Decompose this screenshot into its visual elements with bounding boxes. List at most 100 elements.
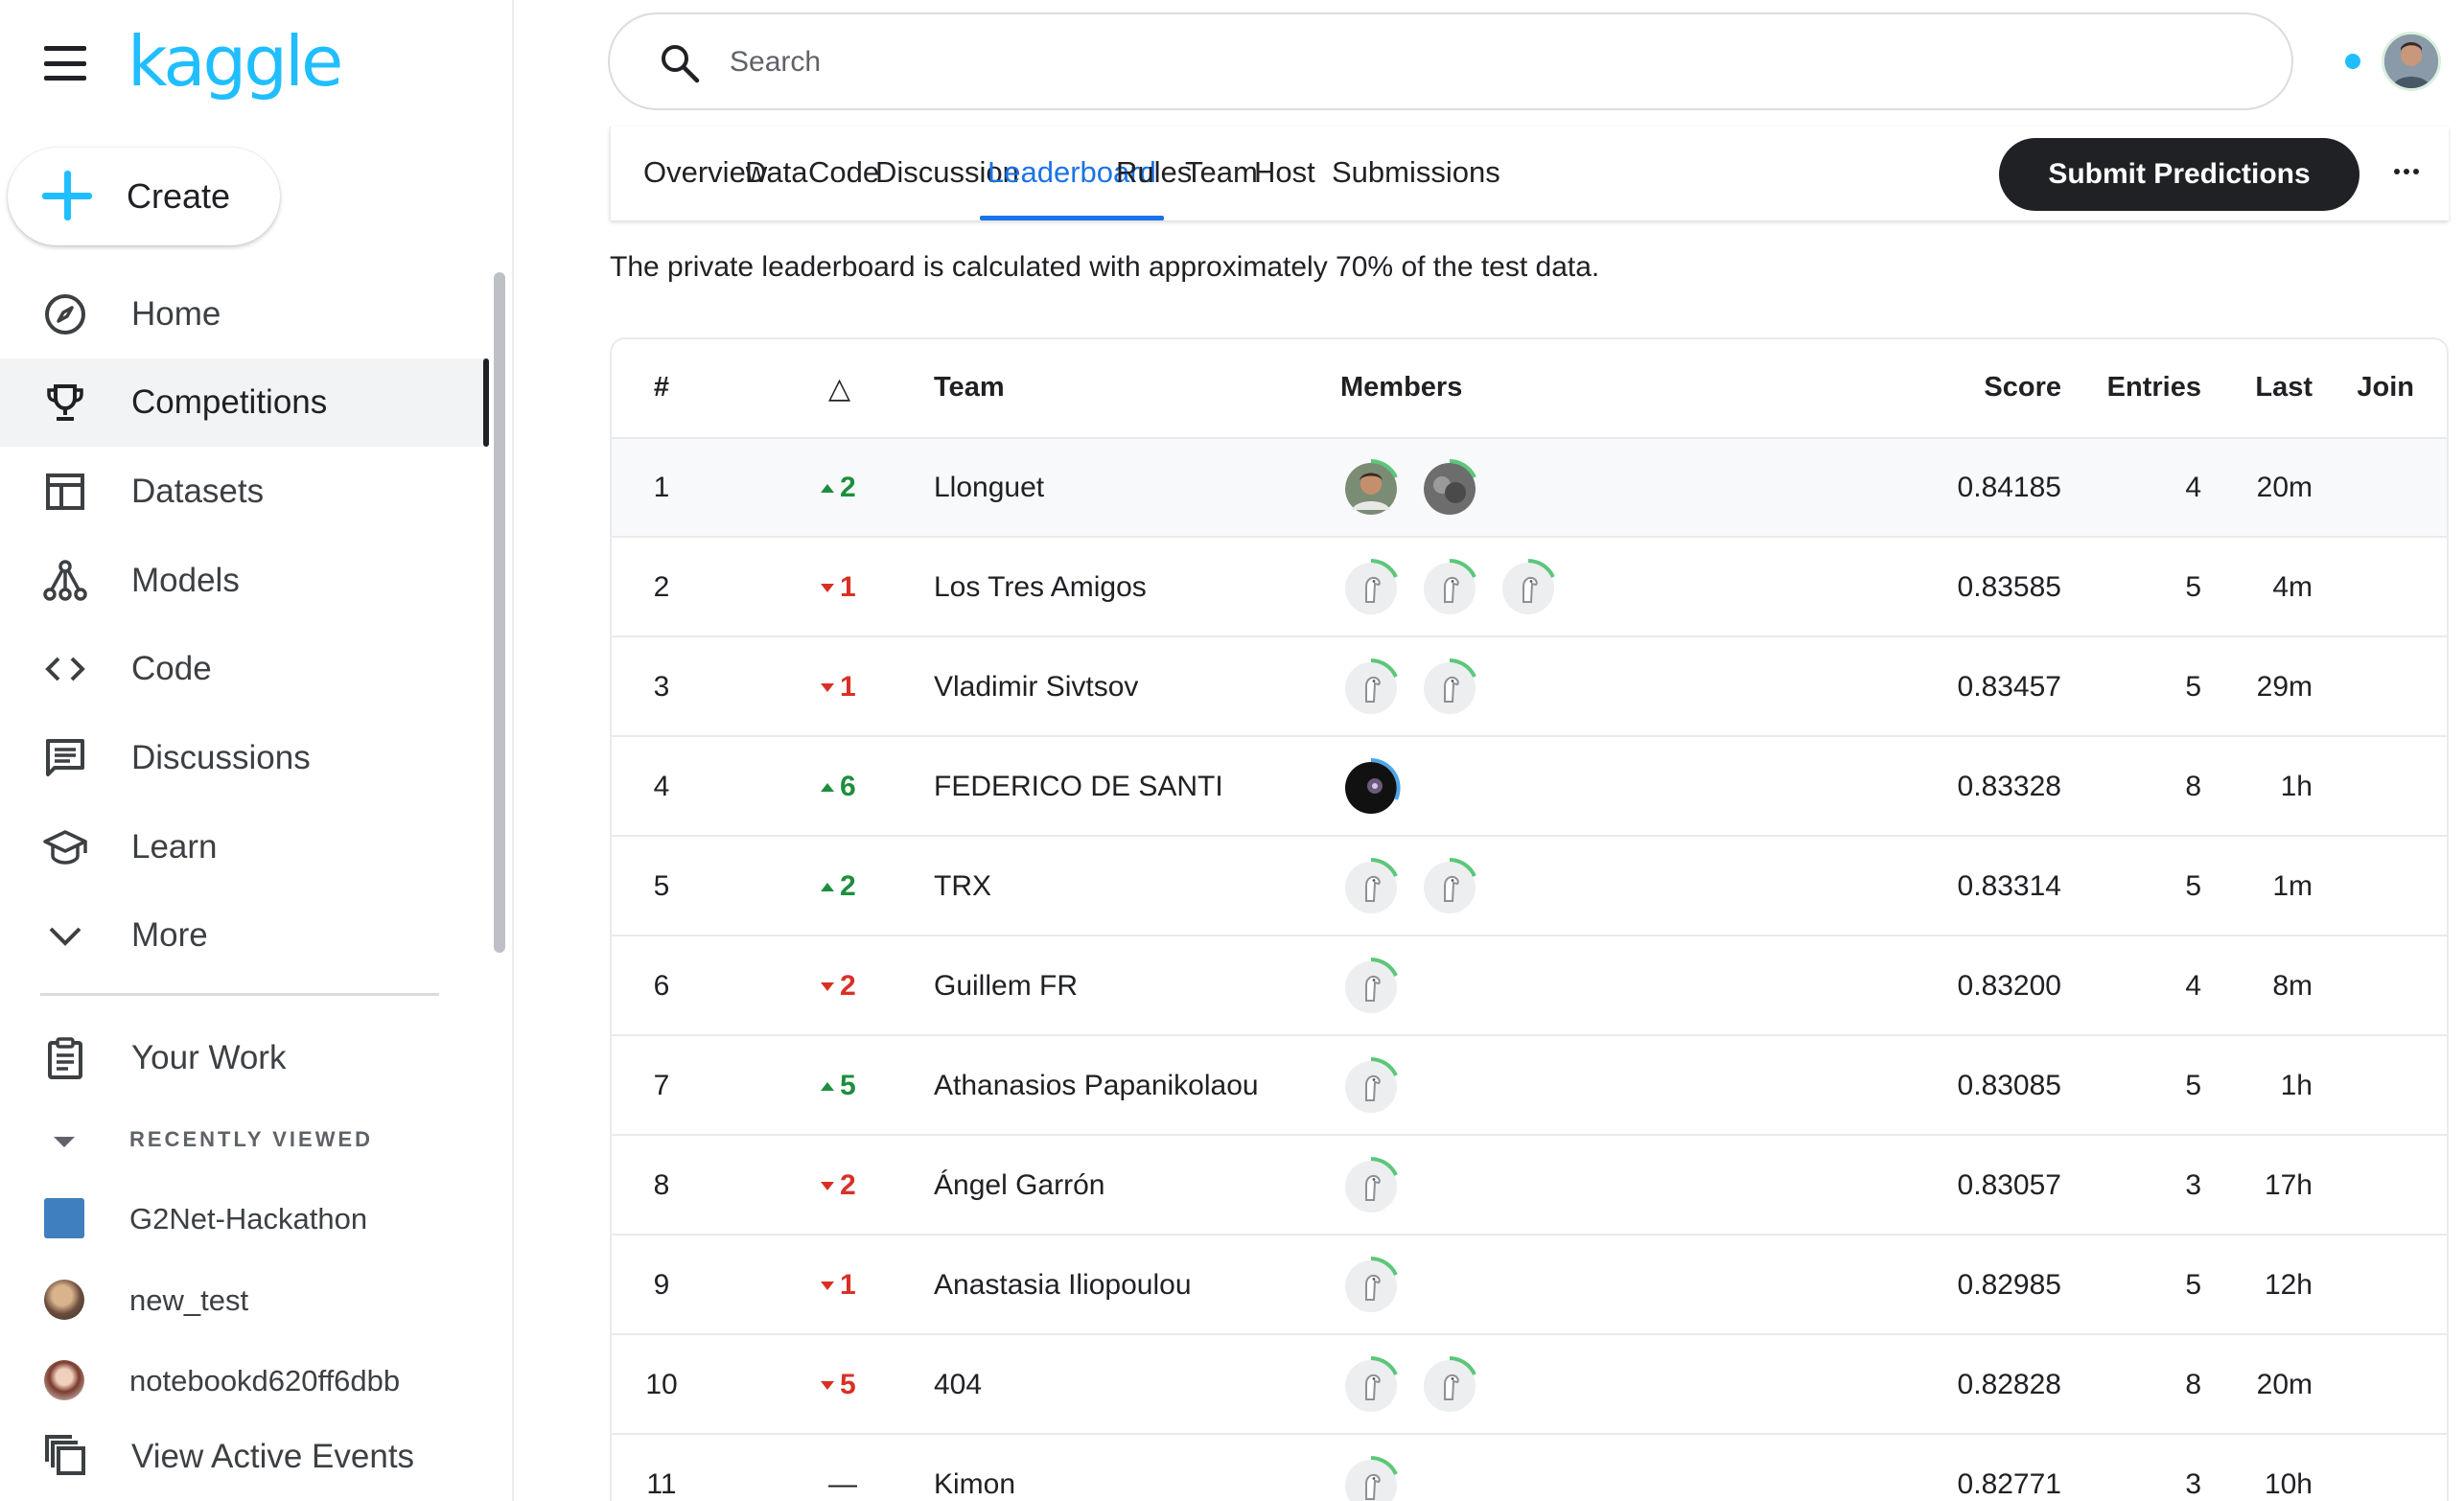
sidebar-item-label: Home (131, 295, 221, 333)
table-row[interactable]: 5 2 TRX 0.83314 5 1m (612, 838, 2447, 936)
caret-down-icon[interactable] (54, 1137, 75, 1147)
notification-dot[interactable] (2345, 54, 2360, 69)
table-row[interactable]: 8 2 Ángel Garrón 0.83057 3 17h (612, 1137, 2447, 1235)
member-avatar[interactable] (1340, 1455, 1402, 1501)
member-avatar[interactable] (1419, 558, 1480, 619)
arrow-up-icon (821, 882, 834, 891)
member-avatar[interactable] (1340, 757, 1402, 819)
submit-predictions-button[interactable]: Submit Predictions (1999, 138, 2359, 211)
last-submission-cell: 10h (2264, 1468, 2313, 1500)
member-avatar[interactable] (1419, 857, 1480, 918)
sidebar-scrollbar[interactable] (494, 272, 505, 953)
rank-cell: 6 (653, 970, 670, 1002)
rank-change-value: 1 (840, 571, 856, 603)
sidebar-item-models[interactable]: Models (0, 537, 489, 625)
rank-cell: 4 (653, 771, 670, 802)
kaggle-logo[interactable]: kaggle (128, 21, 343, 102)
sidebar-divider (40, 993, 439, 996)
team-name[interactable]: Guillem FR (934, 970, 1078, 1003)
events-icon (42, 1432, 88, 1478)
more-options-icon[interactable] (2394, 169, 2419, 174)
tab-data[interactable]: Data (745, 127, 807, 220)
tab-submissions[interactable]: Submissions (1332, 127, 1500, 220)
table-row[interactable]: 11 — Kimon 0.82771 3 10h (612, 1436, 2447, 1501)
team-name[interactable]: Kimon (934, 1468, 1015, 1501)
rank-change-value: 5 (840, 1369, 856, 1400)
rank-change: 1 (821, 1269, 882, 1302)
member-avatar[interactable] (1340, 458, 1402, 520)
last-submission-cell: 1h (2280, 771, 2313, 802)
table-row[interactable]: 4 6 FEDERICO DE SANTI 0.83328 8 1h (612, 738, 2447, 837)
member-avatar[interactable] (1340, 957, 1402, 1018)
sidebar-item-code[interactable]: Code (0, 625, 489, 713)
rank-change: 2 (821, 1169, 882, 1202)
recently-viewed-title: RECENTLY VIEWED (129, 1127, 374, 1151)
tab-code[interactable]: Code (808, 127, 879, 220)
table-row[interactable]: 9 1 Anastasia Iliopoulou 0.82985 5 12h (612, 1236, 2447, 1335)
member-avatar[interactable] (1340, 1056, 1402, 1118)
table-row[interactable]: 6 2 Guillem FR 0.83200 4 8m (612, 937, 2447, 1036)
table-row[interactable]: 10 5 404 0.82828 8 20m (612, 1336, 2447, 1435)
sidebar-item-datasets[interactable]: Datasets (0, 448, 489, 536)
last-submission-cell: 29m (2256, 671, 2313, 703)
rank-cell: 1 (653, 472, 670, 503)
team-name[interactable]: Ángel Garrón (934, 1169, 1104, 1202)
team-name[interactable]: Llonguet (934, 472, 1044, 504)
sidebar-item-label: Code (131, 650, 212, 687)
team-name[interactable]: Anastasia Iliopoulou (934, 1269, 1192, 1302)
header-members: Members (1340, 372, 1463, 403)
discussion-icon (42, 735, 88, 781)
member-avatar[interactable] (1340, 1156, 1402, 1217)
notebook-avatar (44, 1360, 84, 1400)
member-avatar[interactable] (1498, 558, 1559, 619)
tab-rules[interactable]: Rules (1116, 127, 1192, 220)
sidebar-item-learn[interactable]: Learn (0, 803, 489, 891)
member-avatar[interactable] (1419, 1355, 1480, 1417)
member-avatar[interactable] (1340, 857, 1402, 918)
sidebar-item-more[interactable]: More (0, 891, 489, 980)
member-avatar[interactable] (1340, 1256, 1402, 1317)
notebook-avatar (44, 1280, 84, 1320)
table-row[interactable]: 7 5 Athanasios Papanikolaou 0.83085 5 1h (612, 1037, 2447, 1136)
tab-host[interactable]: Host (1254, 127, 1315, 220)
team-name[interactable]: 404 (934, 1369, 982, 1401)
member-avatar[interactable] (1340, 558, 1402, 619)
team-members (1340, 1056, 1402, 1118)
member-avatar[interactable] (1419, 658, 1480, 719)
score-cell: 0.82771 (1957, 1468, 2061, 1500)
view-active-events-button[interactable]: View Active Events (0, 1417, 489, 1493)
team-name[interactable]: TRX (934, 870, 991, 903)
recent-item[interactable]: G2Net-Hackathon (0, 1187, 489, 1254)
table-row[interactable]: 2 1 Los Tres Amigos 0.83585 5 4m (612, 539, 2447, 637)
sidebar-item-your-work[interactable]: Your Work (0, 1014, 489, 1102)
sidebar-item-label: More (131, 916, 208, 954)
member-avatar[interactable] (1340, 1355, 1402, 1417)
menu-icon[interactable] (44, 46, 86, 81)
sidebar-item-competitions[interactable]: Competitions (0, 358, 489, 447)
header-rank: # (653, 372, 670, 403)
team-members (1340, 1156, 1402, 1217)
sidebar-item-home[interactable]: Home (0, 270, 489, 358)
rank-change-value: 1 (840, 1269, 856, 1301)
recent-item[interactable]: new_test (0, 1268, 489, 1335)
search-input[interactable] (730, 35, 2244, 89)
recent-item[interactable]: notebookd620ff6dbb (0, 1349, 489, 1416)
create-button[interactable]: Create (8, 148, 280, 245)
team-members (1340, 558, 1559, 619)
user-avatar[interactable] (2382, 32, 2441, 91)
arrow-down-icon (821, 682, 834, 692)
member-avatar[interactable] (1340, 658, 1402, 719)
last-submission-cell: 20m (2256, 1369, 2313, 1400)
team-name[interactable]: Los Tres Amigos (934, 571, 1147, 604)
team-name[interactable]: FEDERICO DE SANTI (934, 771, 1223, 803)
tab-team[interactable]: Team (1185, 127, 1258, 220)
member-avatar[interactable] (1419, 458, 1480, 520)
table-row[interactable]: 1 2 Llonguet 0.84185 4 20m (612, 439, 2447, 538)
header-delta[interactable]: △ (828, 372, 850, 405)
rank-change-value: 2 (840, 970, 856, 1002)
search-bar[interactable] (608, 12, 2293, 110)
team-name[interactable]: Vladimir Sivtsov (934, 671, 1138, 704)
sidebar-item-discussions[interactable]: Discussions (0, 714, 489, 802)
table-row[interactable]: 3 1 Vladimir Sivtsov 0.83457 5 29m (612, 638, 2447, 737)
team-name[interactable]: Athanasios Papanikolaou (934, 1070, 1259, 1102)
